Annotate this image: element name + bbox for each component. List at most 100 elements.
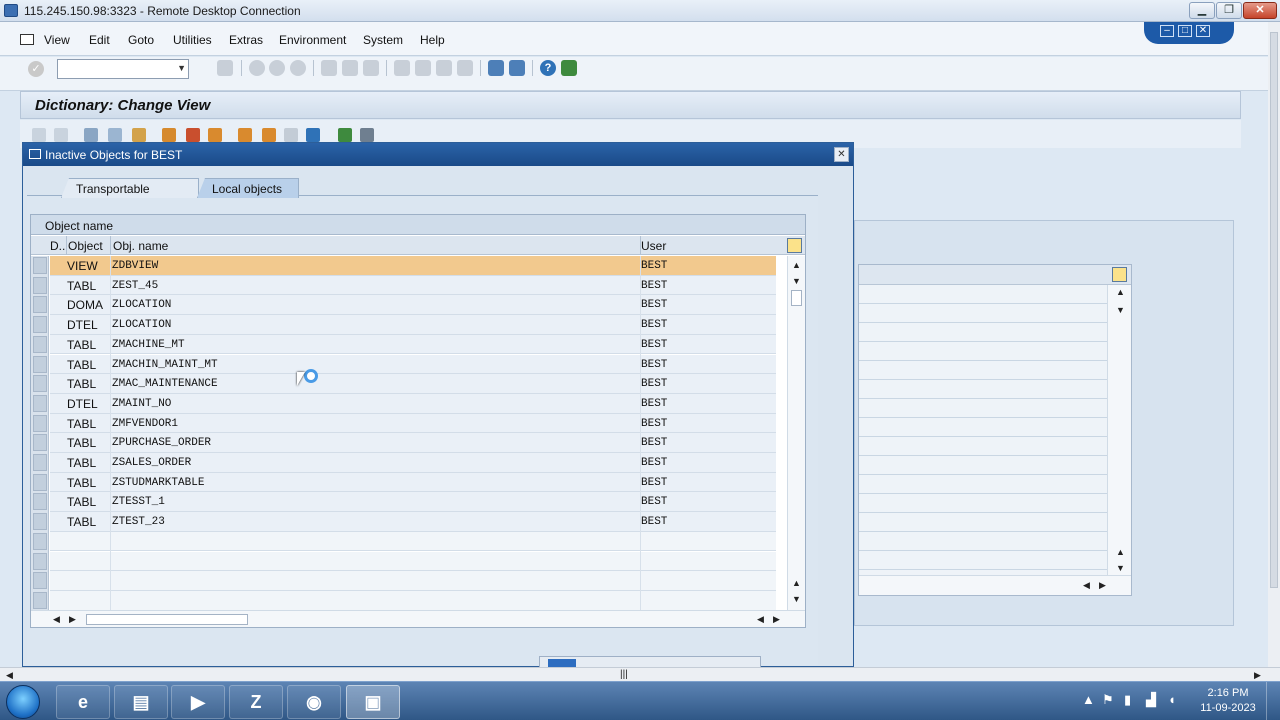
row-selector[interactable] — [33, 335, 47, 353]
empty-table-row[interactable] — [50, 531, 776, 552]
column-header-user[interactable]: User — [641, 239, 666, 253]
rdp-horizontal-scrollbar[interactable]: ◀ ||| ▶ — [0, 667, 1280, 681]
table-row[interactable]: DOMA ZLOCATION BEST — [50, 295, 776, 316]
horizontal-scroll-thumb[interactable] — [86, 614, 248, 625]
table-view-icon[interactable] — [360, 128, 374, 142]
scroll-right-icon[interactable]: ▶ — [1254, 670, 1261, 681]
table-row[interactable]: TABL ZMACHINE_MT BEST — [50, 334, 776, 355]
menu-goto[interactable]: Goto — [128, 33, 154, 47]
row-selector[interactable] — [33, 434, 47, 452]
row-selector[interactable] — [33, 552, 47, 570]
start-button[interactable] — [6, 685, 40, 719]
chevron-down-icon[interactable]: ▼ — [177, 63, 186, 73]
check-icon[interactable] — [132, 128, 146, 142]
scroll-left-icon[interactable]: ◀ — [6, 670, 13, 681]
row-selector[interactable] — [33, 296, 47, 314]
help-icon[interactable]: ? — [540, 60, 556, 76]
table-row[interactable]: TABL ZMACHIN_MAINT_MT BEST — [50, 354, 776, 375]
forward-arrow-icon[interactable] — [54, 128, 68, 142]
row-selector[interactable] — [33, 276, 47, 294]
menu-view[interactable]: View — [44, 33, 70, 47]
scroll-left-icon[interactable]: ◀ — [53, 614, 60, 625]
table-row[interactable]: TABL ZPURCHASE_ORDER BEST — [50, 433, 776, 453]
window-menu-icon[interactable] — [20, 34, 34, 45]
power-icon[interactable]: ▮ — [1124, 692, 1131, 708]
edit-pencil-icon[interactable] — [186, 128, 200, 142]
empty-table-row[interactable] — [50, 551, 776, 572]
row-selector[interactable] — [33, 355, 47, 373]
shortcut-icon[interactable] — [509, 60, 525, 76]
last-page-icon[interactable] — [457, 60, 473, 76]
cancel-icon[interactable] — [290, 60, 306, 76]
table-row[interactable]: TABL ZMAC_MAINTENANCE BEST — [50, 374, 776, 394]
scroll-grip-icon[interactable]: ||| — [620, 669, 628, 680]
tab-transportable-objects[interactable]: Transportable Objects — [61, 178, 199, 198]
table-row[interactable]: VIEW ZDBVIEW BEST — [50, 256, 776, 276]
table-row[interactable]: TABL ZTEST_23 BEST — [50, 512, 776, 532]
menu-edit[interactable]: Edit — [89, 33, 110, 47]
tab-local-objects[interactable]: Local objects — [197, 178, 299, 198]
internet-explorer-icon[interactable]: e — [56, 685, 110, 719]
rdp-minimize-button[interactable]: ▁ — [1189, 2, 1215, 19]
row-selector[interactable] — [33, 591, 47, 609]
table-row[interactable]: DTEL ZMAINT_NO BEST — [50, 393, 776, 414]
previous-page-icon[interactable] — [415, 60, 431, 76]
row-selector[interactable] — [33, 473, 47, 491]
rdp-restore-button[interactable]: ❐ — [1216, 2, 1242, 19]
row-selector[interactable] — [33, 493, 47, 511]
command-field[interactable]: ▼ — [57, 59, 189, 79]
menu-help[interactable]: Help — [420, 33, 445, 47]
grid-settings-icon[interactable] — [787, 238, 802, 253]
column-header-object[interactable]: Object — [68, 239, 103, 253]
scroll-down-icon[interactable]: ▼ — [1116, 305, 1125, 315]
scroll-left-icon[interactable]: ◀ — [757, 614, 764, 625]
row-selector[interactable] — [33, 414, 47, 432]
scroll-up-icon[interactable]: ▲ — [1116, 287, 1125, 297]
enter-check-icon[interactable]: ✓ — [28, 61, 44, 77]
scroll-left-icon[interactable]: ◀ — [1083, 580, 1090, 591]
layout-menu-icon[interactable] — [561, 60, 577, 76]
scroll-down-icon[interactable]: ▼ — [1116, 563, 1125, 573]
empty-table-row[interactable] — [50, 571, 776, 591]
row-selector[interactable] — [33, 454, 47, 471]
sap-minimize-icon[interactable]: – — [1160, 25, 1174, 37]
chrome-icon[interactable]: ◉ — [287, 685, 341, 719]
media-player-icon[interactable]: ▶ — [171, 685, 225, 719]
action-center-icon[interactable]: ⚑ — [1102, 692, 1114, 708]
tree-icon[interactable] — [338, 128, 352, 142]
scroll-right-icon[interactable]: ▶ — [773, 614, 780, 625]
navigation-icon[interactable] — [262, 128, 276, 142]
column-header-obj-name[interactable]: Obj. name — [113, 239, 168, 253]
table-row[interactable]: DTEL ZLOCATION BEST — [50, 315, 776, 335]
rdp-close-button[interactable]: ✕ — [1243, 2, 1277, 19]
file-explorer-icon[interactable]: ▤ — [114, 685, 168, 719]
system-clock[interactable]: 2:16 PM 11-09-2023 — [1196, 686, 1260, 716]
row-selector[interactable] — [33, 394, 47, 412]
row-selector[interactable] — [33, 257, 47, 274]
table-row[interactable]: TABL ZEST_45 BEST — [50, 275, 776, 296]
sap-close-icon[interactable]: ✕ — [1196, 25, 1210, 37]
activate-icon[interactable] — [162, 128, 176, 142]
sap-maximize-icon[interactable]: □ — [1178, 25, 1192, 37]
where-used-icon[interactable] — [208, 128, 222, 142]
table-row[interactable]: TABL ZSTUDMARKTABLE BEST — [50, 472, 776, 493]
table-settings-icon[interactable] — [1112, 267, 1127, 282]
dialog-button-partial[interactable] — [539, 656, 761, 668]
grid-vertical-scrollbar[interactable]: ▲ ▼ ▲ ▼ — [787, 256, 805, 610]
find-next-icon[interactable] — [363, 60, 379, 76]
grid-horizontal-scrollbar[interactable]: ◀ ▶ ◀ ▶ — [31, 610, 805, 627]
menu-system[interactable]: System — [363, 33, 403, 47]
new-session-icon[interactable] — [488, 60, 504, 76]
other-object-icon[interactable] — [108, 128, 122, 142]
menu-utilities[interactable]: Utilities — [173, 33, 212, 47]
frame-icon[interactable] — [284, 128, 298, 142]
row-selector[interactable] — [33, 375, 47, 393]
background-horizontal-scrollbar[interactable]: ◀ ▶ — [859, 575, 1131, 595]
scroll-up-icon[interactable]: ▲ — [792, 578, 801, 588]
print-icon[interactable] — [321, 60, 337, 76]
next-page-icon[interactable] — [436, 60, 452, 76]
dialog-close-button[interactable]: ✕ — [834, 147, 849, 162]
vertical-scroll-thumb[interactable] — [791, 290, 802, 306]
row-selector[interactable] — [33, 316, 47, 334]
volume-icon[interactable]: ◖ — [1168, 692, 1176, 707]
